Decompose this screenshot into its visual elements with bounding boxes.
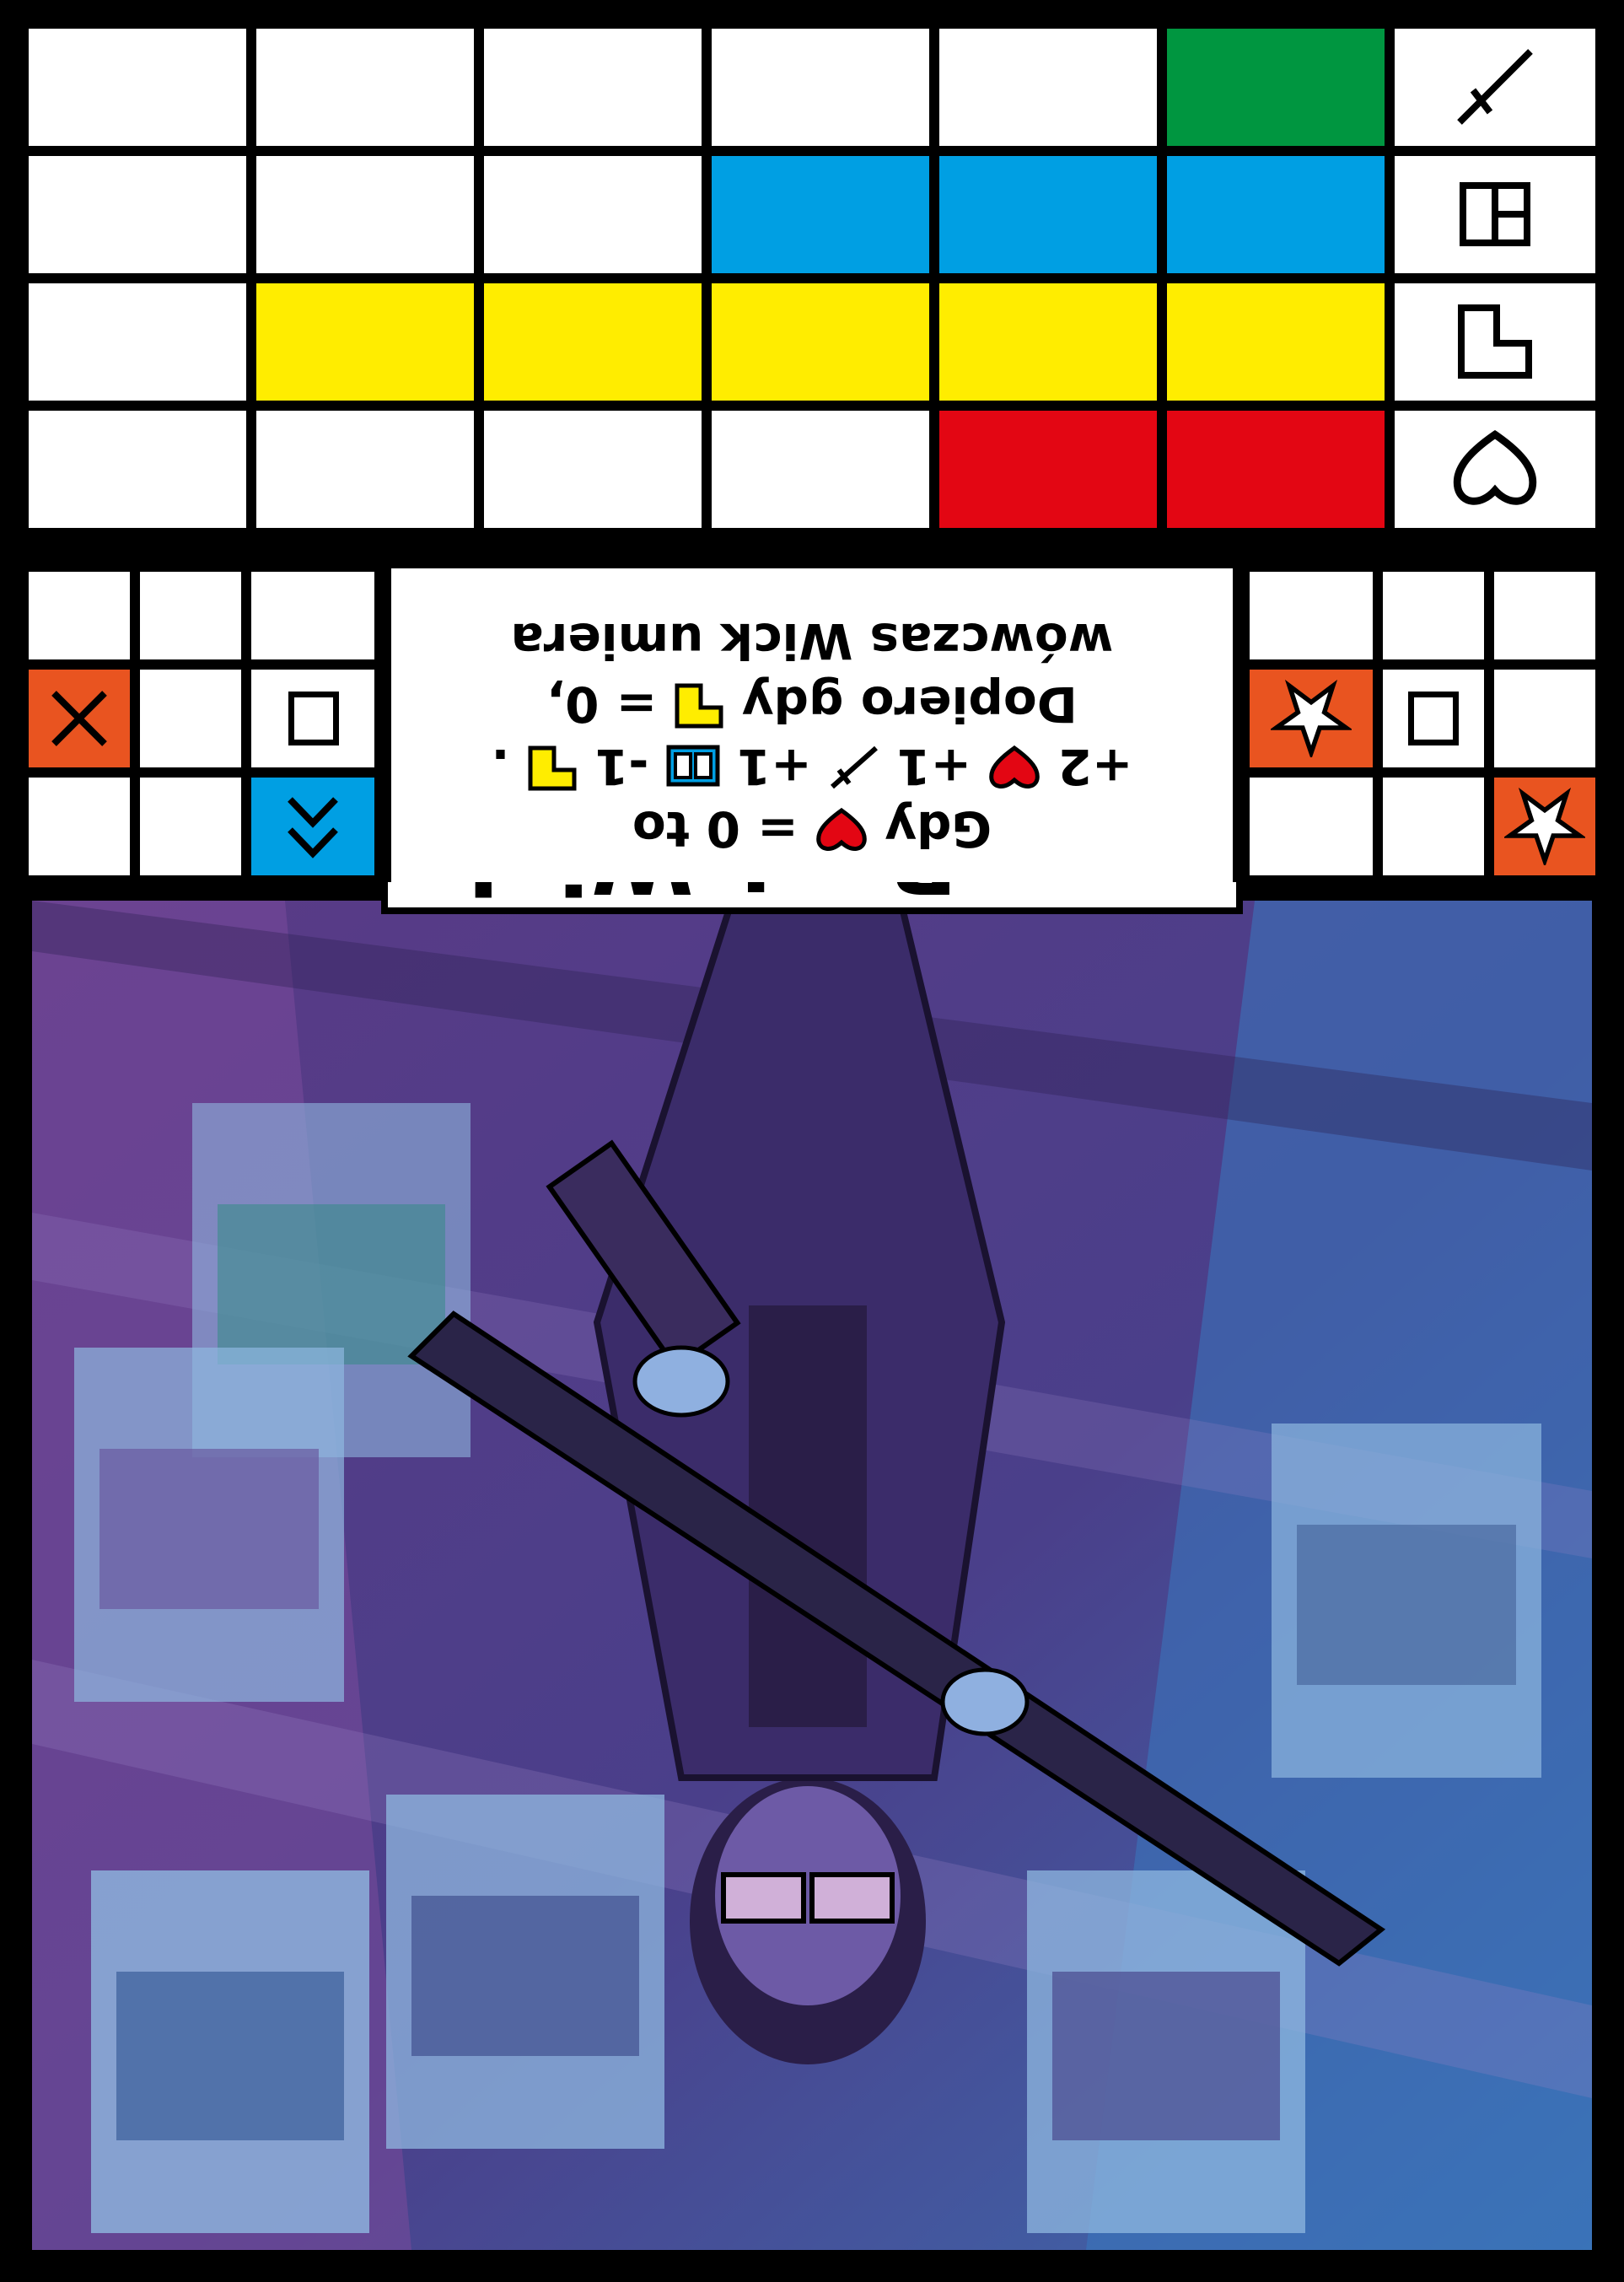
heart-icon — [988, 745, 1041, 790]
side-slot — [251, 670, 374, 767]
x-icon — [47, 686, 111, 751]
side-slot — [1383, 778, 1484, 875]
star-icon — [1271, 680, 1352, 757]
side-slot — [29, 670, 130, 767]
wanted-poster — [1272, 1424, 1541, 1778]
side-slot — [1250, 670, 1373, 767]
side-slot — [29, 778, 130, 875]
side-slot — [251, 572, 374, 659]
side-slot — [140, 670, 241, 767]
stat-row — [19, 283, 1605, 401]
wanted-poster — [91, 1870, 369, 2233]
side-slot — [29, 572, 130, 659]
stat-track-cell[interactable] — [712, 411, 929, 528]
stat-track-cell[interactable] — [256, 156, 474, 273]
character-card: Bert Wick Gdy = 0 to +2 +1 +1 -1 . — [0, 0, 1624, 2282]
stat-track-cell[interactable] — [484, 156, 702, 273]
stat-track-cell[interactable] — [939, 411, 1157, 528]
stat-track-cell[interactable] — [712, 283, 929, 401]
side-slot — [1250, 778, 1373, 875]
stat-track-cell[interactable] — [29, 411, 246, 528]
character-art — [32, 901, 1592, 2250]
star-icon — [1504, 788, 1585, 865]
box-grid-icon — [666, 745, 720, 787]
chevrons-icon — [283, 789, 342, 864]
side-slot — [1494, 778, 1595, 875]
side-slot — [251, 778, 374, 875]
stat-track-cell[interactable] — [712, 156, 929, 273]
side-slot — [1250, 572, 1373, 659]
card-upright-face: Bert Wick Gdy = 0 to +2 +1 +1 -1 . — [0, 0, 1624, 2282]
ability-text-lines: Gdy = 0 to +2 +1 +1 -1 . Dopiero gdy = 0… — [384, 562, 1240, 882]
ability-line-3: Dopiero gdy = 0, — [546, 675, 1078, 733]
stat-track-cell[interactable] — [939, 283, 1157, 401]
side-slot — [1383, 572, 1484, 659]
wanted-poster — [74, 1348, 344, 1702]
wanted-poster — [1027, 1870, 1305, 2233]
stat-track-cell[interactable] — [256, 411, 474, 528]
stat-track-cell[interactable] — [939, 29, 1157, 146]
stat-row — [19, 411, 1605, 528]
stat-track-cell[interactable] — [939, 156, 1157, 273]
stat-row — [19, 29, 1605, 146]
stat-track-cell[interactable] — [1167, 283, 1385, 401]
stat-track-cell[interactable] — [484, 29, 702, 146]
sword-icon — [1395, 29, 1595, 146]
stat-track-cell[interactable] — [29, 283, 246, 401]
ability-line-4: wówczas Wick umiera — [510, 612, 1114, 670]
empty-square-icon — [288, 692, 339, 745]
stat-track-cell[interactable] — [29, 156, 246, 273]
stat-track-cell[interactable] — [484, 411, 702, 528]
stat-tracks — [19, 19, 1605, 538]
stat-track-cell[interactable] — [1167, 29, 1385, 146]
side-slot — [1383, 670, 1484, 767]
side-slot — [140, 572, 241, 659]
ability-line-2: +2 +1 +1 -1 . — [491, 737, 1133, 795]
sword-icon — [829, 745, 879, 792]
stat-track-cell[interactable] — [712, 29, 929, 146]
stat-track-cell[interactable] — [256, 29, 474, 146]
stat-track-cell[interactable] — [1167, 156, 1385, 273]
stat-track-cell[interactable] — [256, 283, 474, 401]
box-grid-icon — [1395, 156, 1595, 273]
right-side-panel — [19, 562, 384, 885]
side-slot — [1494, 670, 1595, 767]
corner-shield-icon — [674, 682, 724, 729]
ability-line-1: Gdy = 0 to — [632, 800, 992, 858]
stat-track-cell[interactable] — [484, 283, 702, 401]
stat-track-cell[interactable] — [1167, 411, 1385, 528]
left-side-panel — [1240, 562, 1605, 885]
heart-icon — [1395, 411, 1595, 528]
heart-icon — [815, 807, 868, 853]
corner-shield-icon — [1395, 283, 1595, 401]
corner-shield-icon — [527, 745, 578, 792]
empty-square-icon — [1408, 692, 1459, 745]
wanted-poster — [386, 1795, 664, 2149]
side-slot — [140, 778, 241, 875]
stat-row — [19, 156, 1605, 273]
art-illustration — [32, 901, 1592, 2250]
stat-track-cell[interactable] — [29, 29, 246, 146]
side-slot — [1494, 572, 1595, 659]
